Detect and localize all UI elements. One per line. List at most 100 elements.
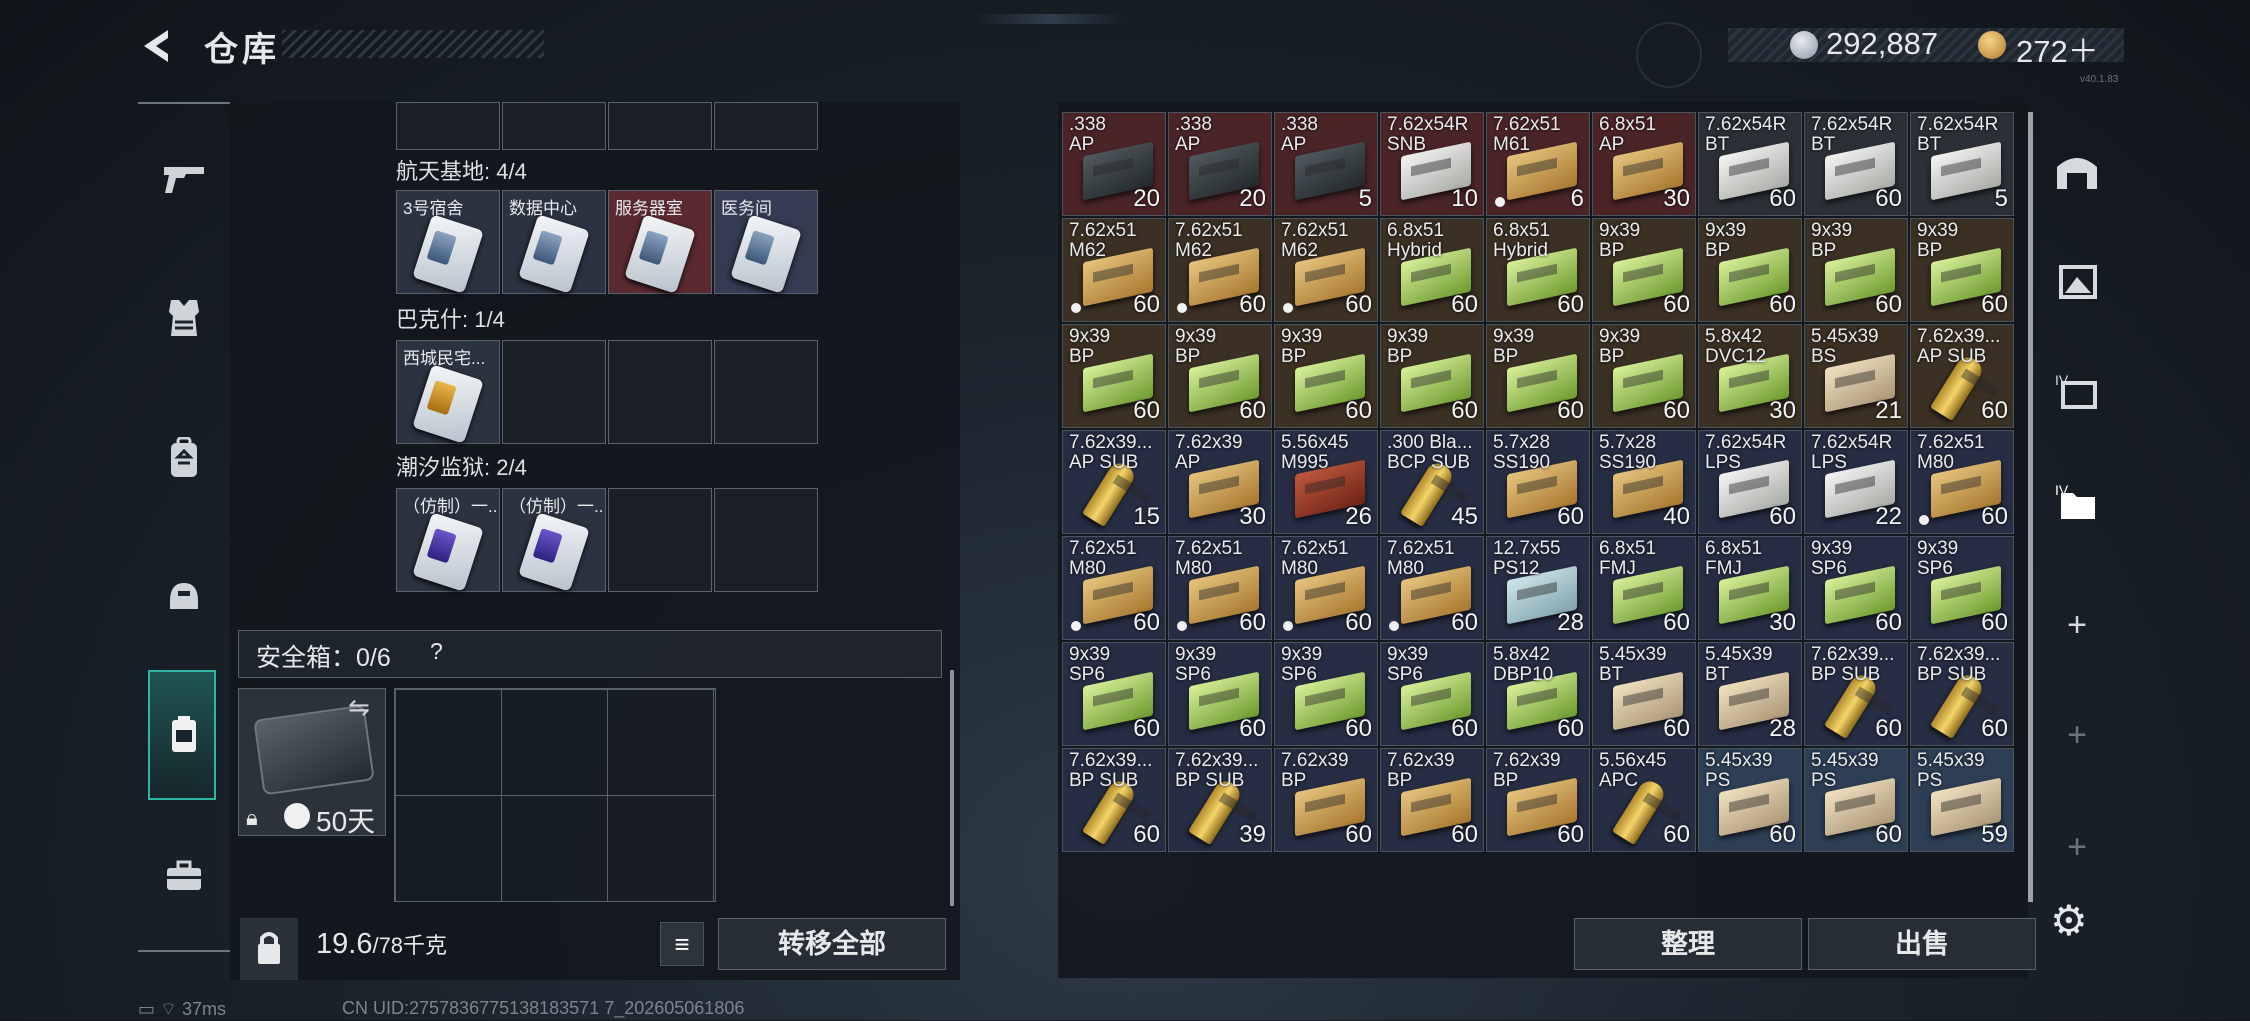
ammo-item[interactable]: 5.45x39 BS 21 bbox=[1804, 324, 1908, 428]
nav-backpack-icon[interactable] bbox=[138, 428, 230, 488]
ammo-item[interactable]: 6.8x51 Hybrid 60 bbox=[1380, 218, 1484, 322]
ammo-item[interactable]: 9x39 BP 60 bbox=[1592, 218, 1696, 322]
ammo-item[interactable]: 6.8x51 FMJ 60 bbox=[1592, 536, 1696, 640]
ammo-item[interactable]: 5.56x45 M995 26 bbox=[1274, 430, 1378, 534]
warehouse-tab-3-icon[interactable]: IV bbox=[2040, 346, 2114, 436]
nav-armor-icon[interactable] bbox=[138, 288, 230, 348]
ammo-item[interactable]: 7.62x39... BP SUB 60 bbox=[1804, 642, 1908, 746]
ammo-item[interactable]: 7.62x54R BT 60 bbox=[1804, 112, 1908, 216]
warehouse-scrollbar[interactable] bbox=[2028, 112, 2033, 902]
safebox-grid[interactable] bbox=[394, 688, 716, 902]
ammo-item[interactable]: 9x39 SP6 60 bbox=[1168, 642, 1272, 746]
list-view-button[interactable]: ≡ bbox=[660, 922, 704, 966]
ammo-item[interactable]: 9x39 BP 60 bbox=[1698, 218, 1802, 322]
ammo-item[interactable]: 5.7x28 SS190 60 bbox=[1486, 430, 1590, 534]
ammo-item[interactable]: 9x39 BP 60 bbox=[1592, 324, 1696, 428]
settings-gear-icon[interactable]: ⚙ bbox=[2050, 896, 2088, 945]
keycard-slot[interactable]: （仿制）一... bbox=[502, 488, 606, 592]
ammo-item[interactable]: 9x39 SP6 60 bbox=[1910, 536, 2014, 640]
ammo-item[interactable]: 5.56x45 APC 60 bbox=[1592, 748, 1696, 852]
ammo-item[interactable]: 5.45x39 PS 59 bbox=[1910, 748, 2014, 852]
keycard-slot[interactable] bbox=[714, 488, 818, 592]
keycard-slot-partial[interactable] bbox=[502, 102, 606, 150]
keycard-slot-partial[interactable] bbox=[608, 102, 712, 150]
nav-safebox-icon[interactable] bbox=[138, 704, 230, 764]
warehouse-tab-main-icon[interactable] bbox=[2040, 126, 2114, 216]
keycard-slot[interactable] bbox=[502, 340, 606, 444]
ammo-item[interactable]: 7.62x51 M62 60 bbox=[1062, 218, 1166, 322]
nav-toolkit-icon[interactable] bbox=[138, 846, 230, 906]
ammo-item[interactable]: 7.62x54R BT 5 bbox=[1910, 112, 2014, 216]
nav-weapon-icon[interactable] bbox=[138, 148, 230, 208]
transfer-all-button[interactable]: 转移全部 bbox=[718, 918, 946, 970]
ammo-item[interactable]: 7.62x39 BP 60 bbox=[1274, 748, 1378, 852]
ammo-item[interactable]: 7.62x39... BP SUB 60 bbox=[1062, 748, 1166, 852]
ammo-item[interactable]: 9x39 BP 60 bbox=[1380, 324, 1484, 428]
ammo-item[interactable]: 5.7x28 SS190 40 bbox=[1592, 430, 1696, 534]
ammo-item[interactable]: 7.62x51 M80 60 bbox=[1168, 536, 1272, 640]
sort-button[interactable]: 整理 bbox=[1574, 918, 1802, 970]
nav-helmet-icon[interactable] bbox=[138, 566, 230, 626]
warehouse-tab-2-icon[interactable] bbox=[2040, 236, 2114, 326]
help-button[interactable]: ? bbox=[430, 638, 443, 665]
left-scrollbar[interactable] bbox=[950, 670, 954, 906]
ammo-item[interactable]: 7.62x54R LPS 22 bbox=[1804, 430, 1908, 534]
ammo-item[interactable]: 5.45x39 PS 60 bbox=[1804, 748, 1908, 852]
ammo-item[interactable]: 9x39 BP 60 bbox=[1804, 218, 1908, 322]
ammo-item[interactable]: .338 AP 5 bbox=[1274, 112, 1378, 216]
ammo-item[interactable]: 7.62x39... AP SUB 15 bbox=[1062, 430, 1166, 534]
warehouse-tab-4-icon[interactable]: IV bbox=[2040, 456, 2114, 546]
ammo-item[interactable]: 9x39 SP6 60 bbox=[1380, 642, 1484, 746]
ammo-item[interactable]: 5.45x39 BT 60 bbox=[1592, 642, 1696, 746]
sell-button[interactable]: 出售 bbox=[1808, 918, 2036, 970]
keycard-slot-partial[interactable] bbox=[396, 102, 500, 150]
ammo-item[interactable]: 7.62x51 M62 60 bbox=[1168, 218, 1272, 322]
ammo-item[interactable]: 7.62x51 M80 60 bbox=[1062, 536, 1166, 640]
ammo-item[interactable]: 6.8x51 Hybrid 60 bbox=[1486, 218, 1590, 322]
keycard-slot[interactable] bbox=[608, 340, 712, 444]
ammo-item[interactable]: 7.62x54R BT 60 bbox=[1698, 112, 1802, 216]
ammo-item[interactable]: 9x39 SP6 60 bbox=[1274, 642, 1378, 746]
ammo-item[interactable]: 9x39 SP6 60 bbox=[1062, 642, 1166, 746]
ammo-item[interactable]: .300 Bla... BCP SUB 45 bbox=[1380, 430, 1484, 534]
ammo-item[interactable]: 5.45x39 BT 28 bbox=[1698, 642, 1802, 746]
ammo-item[interactable]: 5.45x39 PS 60 bbox=[1698, 748, 1802, 852]
ammo-item[interactable]: 7.62x51 M80 60 bbox=[1910, 430, 2014, 534]
weight-lock-icon[interactable] bbox=[240, 918, 298, 980]
add-tab-2-icon[interactable]: + bbox=[2040, 690, 2114, 780]
ammo-item[interactable]: 9x39 BP 60 bbox=[1062, 324, 1166, 428]
ammo-item[interactable]: 5.8x42 DVC12 30 bbox=[1698, 324, 1802, 428]
back-arrow-icon[interactable] bbox=[138, 26, 178, 66]
premium-currency-button[interactable]: 272＋ bbox=[2016, 26, 2099, 71]
ammo-item[interactable]: 9x39 BP 60 bbox=[1486, 324, 1590, 428]
keycard-slot[interactable]: 服务器室 bbox=[608, 190, 712, 294]
ammo-item[interactable]: 7.62x54R SNB 10 bbox=[1380, 112, 1484, 216]
keycard-slot[interactable]: 数据中心 bbox=[502, 190, 606, 294]
add-tab-1-icon[interactable]: + bbox=[2040, 580, 2114, 670]
ammo-item[interactable]: 9x39 SP6 60 bbox=[1804, 536, 1908, 640]
ammo-item[interactable]: 7.62x39 BP 60 bbox=[1380, 748, 1484, 852]
ammo-item[interactable]: .338 AP 20 bbox=[1062, 112, 1166, 216]
keycard-slot[interactable] bbox=[608, 488, 712, 592]
ammo-item[interactable]: 6.8x51 AP 30 bbox=[1592, 112, 1696, 216]
keycard-slot[interactable]: 3号宿舍 bbox=[396, 190, 500, 294]
keycard-slot[interactable]: （仿制）一... bbox=[396, 488, 500, 592]
ammo-item[interactable]: 7.62x39... BP SUB 60 bbox=[1910, 642, 2014, 746]
ammo-item[interactable]: 9x39 BP 60 bbox=[1274, 324, 1378, 428]
keycard-slot[interactable]: 西城民宅... bbox=[396, 340, 500, 444]
keycard-slot[interactable]: 医务间 bbox=[714, 190, 818, 294]
ammo-item[interactable]: 7.62x51 M80 60 bbox=[1380, 536, 1484, 640]
ammo-item[interactable]: 7.62x39... BP SUB 39 bbox=[1168, 748, 1272, 852]
ammo-item[interactable]: 7.62x54R LPS 60 bbox=[1698, 430, 1802, 534]
ammo-item[interactable]: 7.62x39 BP 60 bbox=[1486, 748, 1590, 852]
ammo-item[interactable]: 5.8x42 DBP10 60 bbox=[1486, 642, 1590, 746]
ammo-item[interactable]: 7.62x39... AP SUB 60 bbox=[1910, 324, 2014, 428]
ammo-item[interactable]: 9x39 BP 60 bbox=[1910, 218, 2014, 322]
ammo-item[interactable]: 12.7x55 PS12 28 bbox=[1486, 536, 1590, 640]
ammo-item[interactable]: 7.62x51 M80 60 bbox=[1274, 536, 1378, 640]
ammo-item[interactable]: 9x39 BP 60 bbox=[1168, 324, 1272, 428]
keycard-slot[interactable] bbox=[714, 340, 818, 444]
ammo-item[interactable]: 7.62x39 AP 30 bbox=[1168, 430, 1272, 534]
add-tab-3-icon[interactable]: + bbox=[2040, 802, 2114, 892]
keycard-slot-partial[interactable] bbox=[714, 102, 818, 150]
